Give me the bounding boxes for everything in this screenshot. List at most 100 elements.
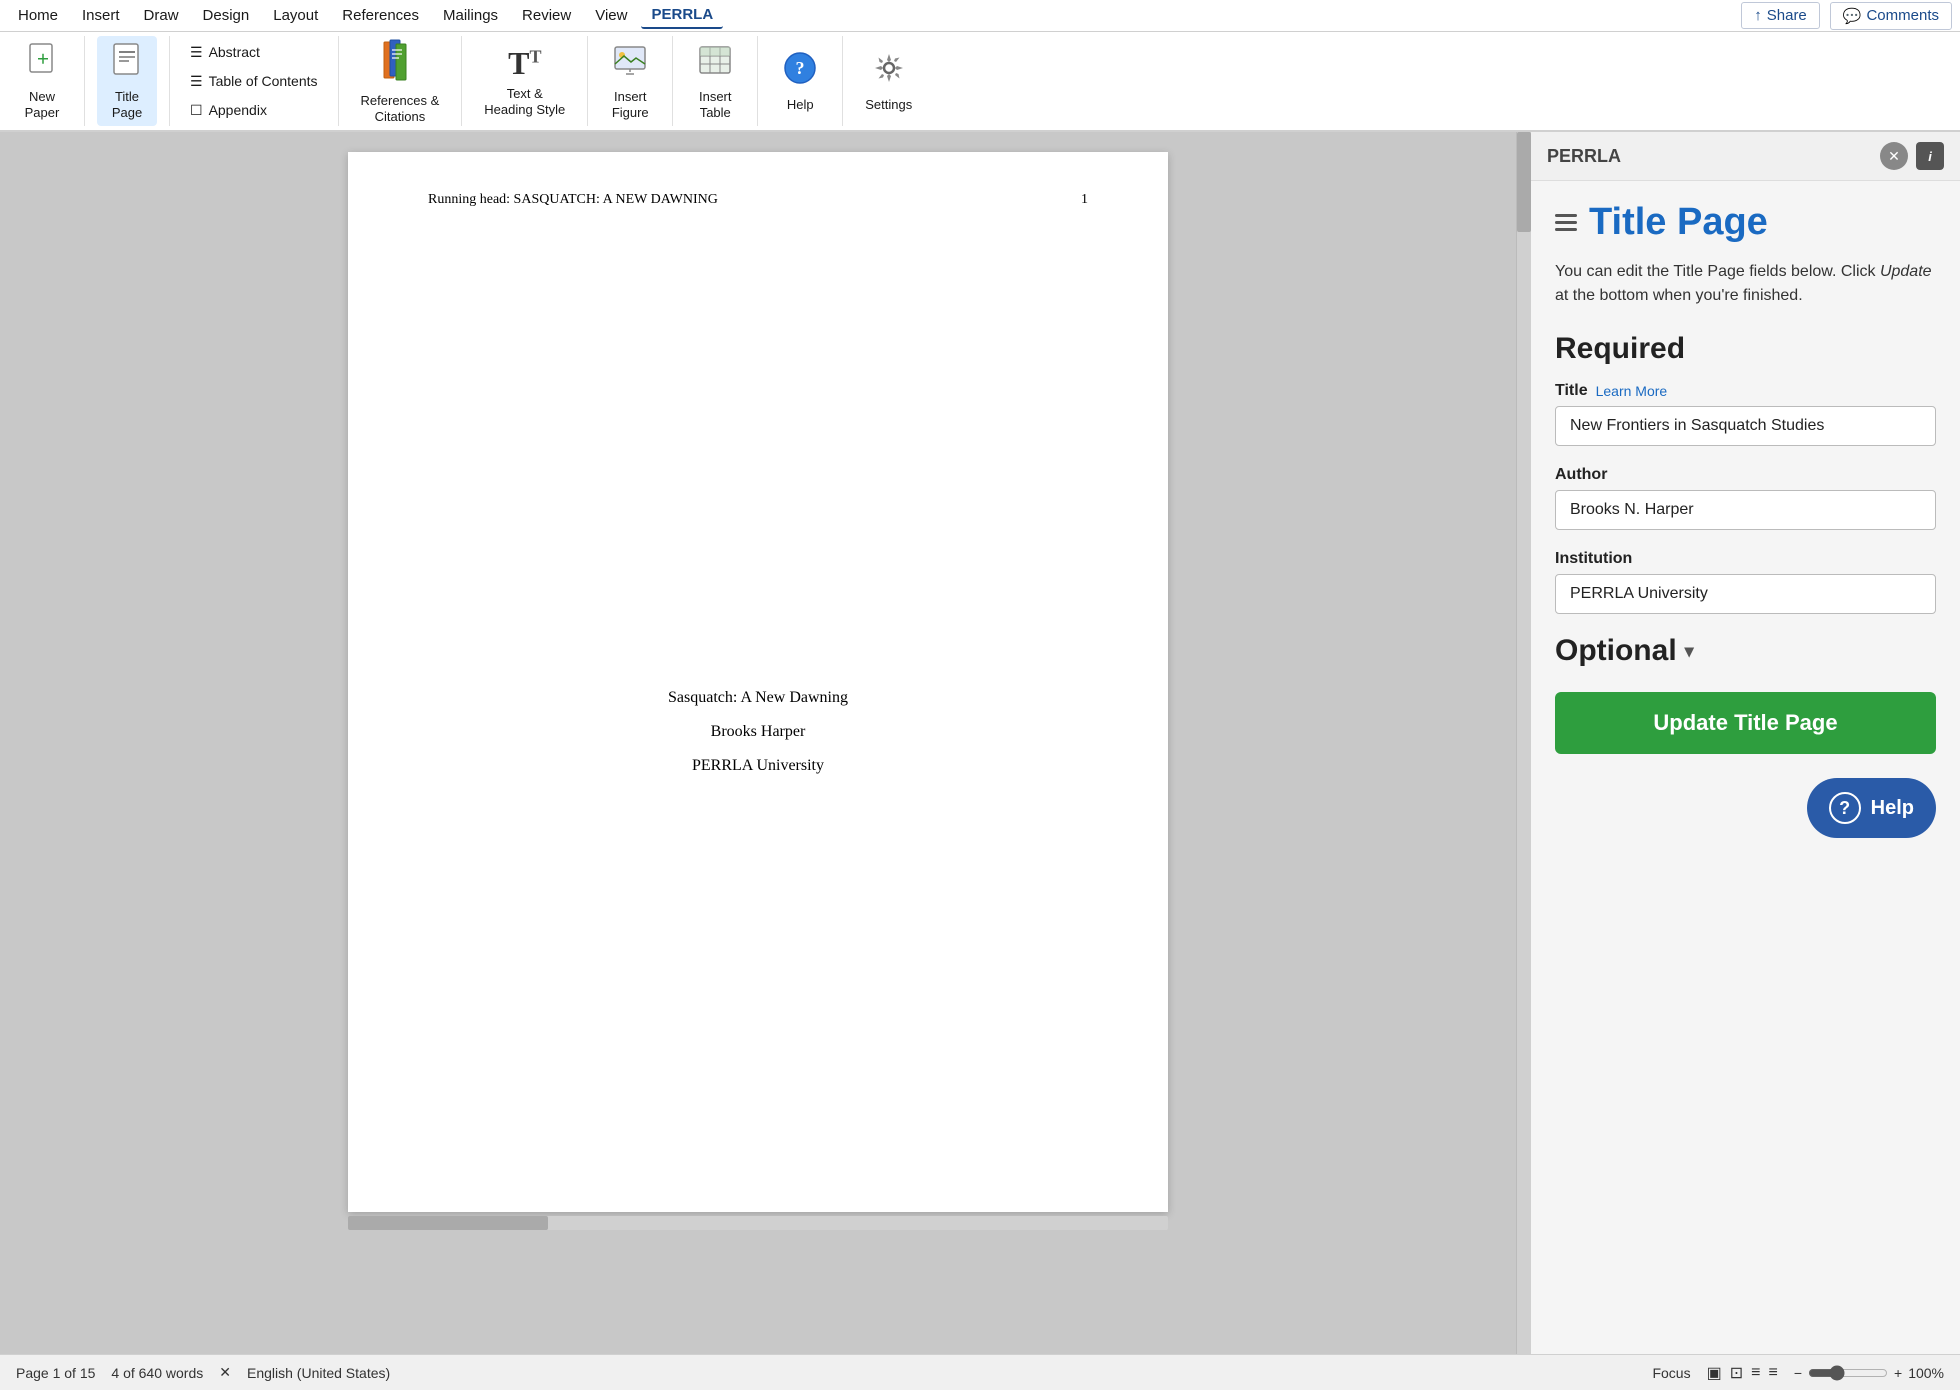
new-paper-button[interactable]: NewPaper bbox=[12, 36, 72, 126]
abstract-button[interactable]: ☰ Abstract bbox=[182, 39, 326, 66]
menu-view[interactable]: View bbox=[585, 3, 637, 28]
zoom-level: 100% bbox=[1908, 1365, 1944, 1381]
settings-ribbon-icon bbox=[871, 50, 907, 93]
insert-figure-icon bbox=[612, 42, 648, 85]
panel-close-button[interactable]: ✕ bbox=[1880, 142, 1908, 170]
menu-draw[interactable]: Draw bbox=[134, 3, 189, 28]
desc-part2: at the bottom when you're finished. bbox=[1555, 287, 1803, 304]
menu-home[interactable]: Home bbox=[8, 3, 68, 28]
new-paper-label: NewPaper bbox=[25, 89, 60, 120]
horizontal-scrollbar[interactable] bbox=[348, 1216, 1168, 1230]
institution-field-label: Institution bbox=[1555, 550, 1936, 568]
view-icon-2[interactable]: ⊡ bbox=[1730, 1363, 1743, 1383]
menu-bar: Home Insert Draw Design Layout Reference… bbox=[0, 0, 1960, 32]
panel-header: PERRLA ✕ i bbox=[1531, 132, 1960, 181]
ribbon-group-title-page: TitlePage bbox=[85, 36, 170, 126]
abstract-icon: ☰ bbox=[190, 44, 203, 61]
title-field-label: Title Learn More bbox=[1555, 382, 1936, 400]
word-count: 4 of 640 words bbox=[111, 1365, 203, 1381]
title-page-button[interactable]: TitlePage bbox=[97, 36, 157, 126]
perrla-panel: PERRLA ✕ i Title Page You can edit the T… bbox=[1530, 132, 1960, 1354]
references-citations-button[interactable]: References &Citations bbox=[351, 32, 450, 130]
page-info: Page 1 of 15 bbox=[16, 1365, 95, 1381]
document-area[interactable]: Running head: SASQUATCH: A NEW DAWNING 1… bbox=[0, 132, 1516, 1354]
comments-icon: 💬 bbox=[1843, 7, 1862, 25]
author-input[interactable] bbox=[1555, 490, 1936, 530]
ribbon-group-settings: Settings bbox=[843, 36, 934, 126]
status-bar: Page 1 of 15 4 of 640 words ✕ English (U… bbox=[0, 1354, 1960, 1390]
help-panel-button[interactable]: ? Help bbox=[1807, 778, 1936, 838]
text-style-icon: TT bbox=[508, 45, 541, 82]
title-page-icon bbox=[109, 42, 145, 85]
panel-title: PERRLA bbox=[1547, 146, 1621, 167]
running-head: Running head: SASQUATCH: A NEW DAWNING bbox=[428, 192, 718, 208]
vertical-scrollbar[interactable] bbox=[1516, 132, 1530, 1354]
focus-label[interactable]: Focus bbox=[1652, 1365, 1690, 1381]
title-learn-more-link[interactable]: Learn More bbox=[1596, 383, 1668, 399]
menu-references[interactable]: References bbox=[332, 3, 429, 28]
doc-title: Sasquatch: A New Dawning bbox=[668, 689, 848, 707]
panel-section-heading: Title Page bbox=[1555, 201, 1936, 244]
desc-italic: Update bbox=[1880, 263, 1932, 280]
view-icon-3[interactable]: ≡ bbox=[1751, 1364, 1760, 1382]
help-ribbon-label: Help bbox=[787, 97, 814, 113]
table-of-contents-button[interactable]: ☰ Table of Contents bbox=[182, 68, 326, 95]
share-button[interactable]: ↑ Share bbox=[1741, 2, 1820, 29]
menu-insert[interactable]: Insert bbox=[72, 3, 130, 28]
settings-ribbon-label: Settings bbox=[865, 97, 912, 113]
ribbon-group-insert-figure: InsertFigure bbox=[588, 36, 673, 126]
ribbon-group-abstract: ☰ Abstract ☰ Table of Contents ☐ Appendi… bbox=[170, 36, 339, 126]
abstract-stack: ☰ Abstract ☰ Table of Contents ☐ Appendi… bbox=[182, 39, 326, 124]
settings-ribbon-button[interactable]: Settings bbox=[855, 44, 922, 119]
spell-check-icon[interactable]: ✕ bbox=[219, 1364, 231, 1381]
desc-part1: You can edit the Title Page fields below… bbox=[1555, 263, 1880, 280]
insert-figure-label: InsertFigure bbox=[612, 89, 649, 120]
menu-layout[interactable]: Layout bbox=[263, 3, 328, 28]
help-circle-icon: ? bbox=[1829, 792, 1861, 824]
toc-icon: ☰ bbox=[190, 73, 203, 90]
menu-design[interactable]: Design bbox=[193, 3, 260, 28]
zoom-out-button[interactable]: − bbox=[1794, 1365, 1802, 1381]
institution-label-text: Institution bbox=[1555, 550, 1632, 568]
ribbon-group-references: References &Citations bbox=[339, 36, 463, 126]
insert-figure-button[interactable]: InsertFigure bbox=[600, 36, 660, 126]
appendix-button[interactable]: ☐ Appendix bbox=[182, 97, 326, 124]
references-label: References &Citations bbox=[361, 93, 440, 124]
panel-section-title-text: Title Page bbox=[1589, 201, 1768, 244]
ribbon-group-new-paper: NewPaper bbox=[0, 36, 85, 126]
menu-review[interactable]: Review bbox=[512, 3, 581, 28]
title-input[interactable] bbox=[1555, 406, 1936, 446]
doc-institution: PERRLA University bbox=[692, 757, 824, 775]
update-title-page-button[interactable]: Update Title Page bbox=[1555, 692, 1936, 754]
author-field-label: Author bbox=[1555, 466, 1936, 484]
doc-author: Brooks Harper bbox=[711, 723, 806, 741]
comments-button[interactable]: 💬 Comments bbox=[1830, 2, 1952, 30]
required-heading: Required bbox=[1555, 332, 1936, 366]
menu-perrla[interactable]: PERRLA bbox=[641, 2, 723, 29]
title-label-text: Title bbox=[1555, 382, 1588, 400]
optional-section-toggle[interactable]: Optional ▾ bbox=[1555, 634, 1936, 668]
text-heading-style-button[interactable]: TT Text &Heading Style bbox=[474, 39, 575, 123]
help-label: Help bbox=[1871, 797, 1914, 820]
hamburger-menu-icon[interactable] bbox=[1555, 214, 1577, 231]
page-number: 1 bbox=[1081, 192, 1088, 208]
author-label-text: Author bbox=[1555, 466, 1607, 484]
help-ribbon-button[interactable]: ? Help bbox=[770, 44, 830, 119]
insert-table-label: InsertTable bbox=[699, 89, 732, 120]
zoom-slider[interactable] bbox=[1808, 1365, 1888, 1381]
institution-input[interactable] bbox=[1555, 574, 1936, 614]
menu-mailings[interactable]: Mailings bbox=[433, 3, 508, 28]
optional-label: Optional bbox=[1555, 634, 1677, 668]
main-layout: Running head: SASQUATCH: A NEW DAWNING 1… bbox=[0, 132, 1960, 1354]
panel-info-button[interactable]: i bbox=[1916, 142, 1944, 170]
view-icon-1[interactable]: ▣ bbox=[1707, 1363, 1722, 1383]
view-icon-4[interactable]: ≡ bbox=[1768, 1364, 1777, 1382]
new-paper-icon bbox=[24, 42, 60, 85]
chevron-down-icon: ▾ bbox=[1685, 641, 1694, 662]
text-style-label: Text &Heading Style bbox=[484, 86, 565, 117]
insert-table-button[interactable]: InsertTable bbox=[685, 36, 745, 126]
insert-table-icon bbox=[697, 42, 733, 85]
zoom-in-button[interactable]: + bbox=[1894, 1365, 1902, 1381]
document-page: Running head: SASQUATCH: A NEW DAWNING 1… bbox=[348, 152, 1168, 1212]
title-page-label: TitlePage bbox=[112, 89, 142, 120]
